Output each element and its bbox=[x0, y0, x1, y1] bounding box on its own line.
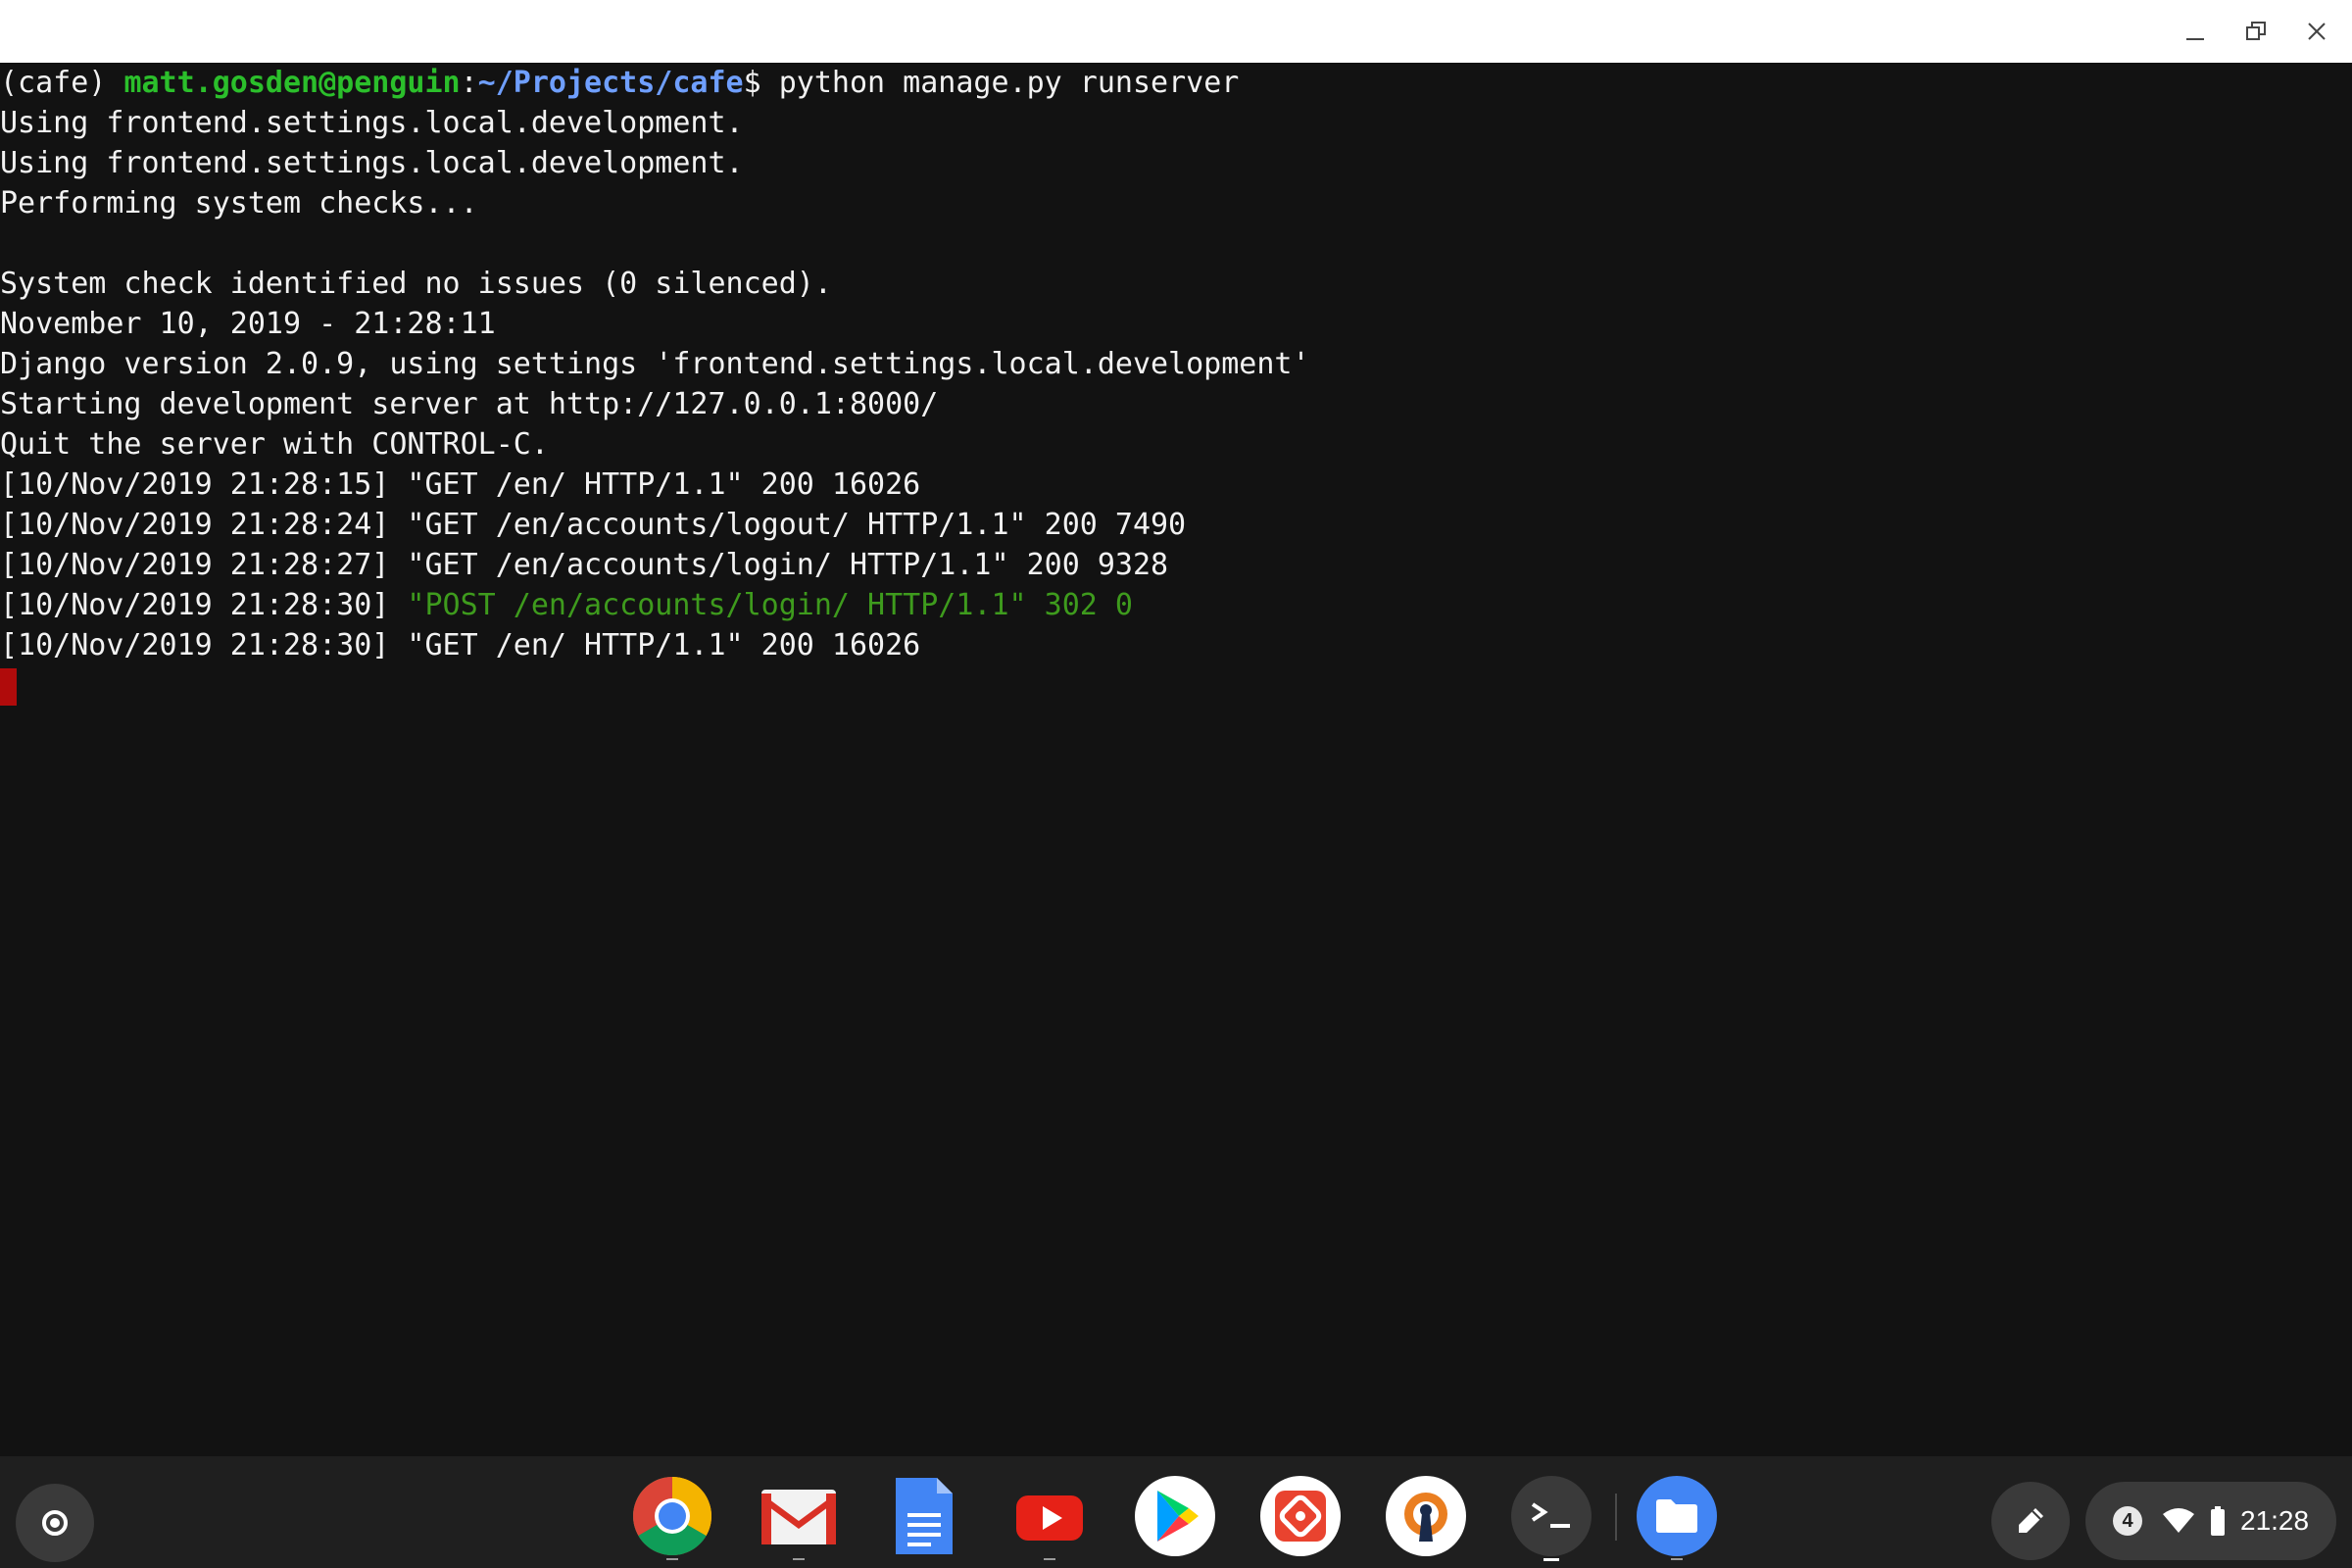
play-store-icon bbox=[1157, 1491, 1199, 1542]
close-icon bbox=[2308, 23, 2326, 40]
window-titlebar bbox=[0, 0, 2352, 63]
clock-time: 21:28 bbox=[2240, 1505, 2310, 1536]
notification-count-badge: 4 bbox=[2113, 1506, 2142, 1536]
output-line: Using frontend.settings.local.developmen… bbox=[0, 106, 744, 140]
output-line: Django version 2.0.9, using settings 'fr… bbox=[0, 347, 1310, 381]
files-app[interactable] bbox=[1637, 1476, 1717, 1556]
post-request-text: "POST /en/accounts/login/ HTTP/1.1" 302 … bbox=[407, 588, 1133, 622]
terminal-icon bbox=[1531, 1502, 1570, 1528]
terminal-active-indicator bbox=[1544, 1558, 1559, 1561]
log-line: [10/Nov/2019 21:28:24] "GET /en/accounts… bbox=[0, 508, 1187, 542]
youtube-running-indicator bbox=[1044, 1558, 1055, 1560]
minimize-icon bbox=[2186, 38, 2204, 40]
openvpn-icon bbox=[1404, 1493, 1447, 1542]
youtube-app[interactable] bbox=[1009, 1476, 1090, 1556]
wifi-icon bbox=[2163, 1508, 2194, 1533]
openvpn-app[interactable] bbox=[1386, 1476, 1466, 1556]
terminal-cursor bbox=[0, 667, 17, 706]
status-tray[interactable]: 4 21:28 bbox=[2085, 1482, 2336, 1560]
launcher-icon bbox=[42, 1510, 68, 1536]
output-line: System check identified no issues (0 sil… bbox=[0, 267, 832, 301]
log-line: [10/Nov/2019 21:28:27] "GET /en/accounts… bbox=[0, 548, 1169, 582]
log-line: [10/Nov/2019 21:28:15] "GET /en/ HTTP/1.… bbox=[0, 467, 921, 502]
launcher-button[interactable] bbox=[16, 1484, 94, 1562]
chrome-icon bbox=[633, 1477, 711, 1555]
docs-icon bbox=[896, 1478, 953, 1554]
terminal-window[interactable]: (cafe) matt.gosden@penguin:~/Projects/ca… bbox=[0, 63, 2352, 1456]
output-line: Using frontend.settings.local.developmen… bbox=[0, 146, 744, 180]
prompt-venv: (cafe) bbox=[0, 66, 124, 100]
youtube-icon bbox=[1016, 1495, 1083, 1541]
chrome-running-indicator bbox=[666, 1558, 678, 1560]
restore-button[interactable] bbox=[2227, 0, 2285, 63]
files-icon bbox=[1656, 1499, 1697, 1533]
gmail-app[interactable] bbox=[759, 1476, 839, 1556]
prompt-command: python manage.py runserver bbox=[760, 66, 1240, 100]
minimize-button[interactable] bbox=[2166, 0, 2225, 63]
prompt-symbol: $ bbox=[743, 66, 761, 100]
docs-app[interactable] bbox=[884, 1476, 964, 1556]
output-line: Starting development server at http://12… bbox=[0, 387, 939, 421]
files-running-indicator bbox=[1671, 1558, 1683, 1560]
gmail-running-indicator bbox=[793, 1558, 805, 1560]
output-line: November 10, 2019 - 21:28:11 bbox=[0, 307, 496, 341]
gmail-icon bbox=[761, 1490, 836, 1544]
shelf-divider bbox=[1615, 1494, 1617, 1541]
prompt-line: (cafe) matt.gosden@penguin:~/Projects/ca… bbox=[0, 63, 2352, 103]
play-store-app[interactable] bbox=[1135, 1476, 1215, 1556]
shelf: 4 21:28 bbox=[0, 1456, 2352, 1568]
close-button[interactable] bbox=[2287, 0, 2346, 63]
stylus-tools-button[interactable] bbox=[1991, 1482, 2070, 1560]
log-timestamp: [10/Nov/2019 21:28:30] bbox=[0, 588, 408, 622]
prompt-user-host: matt.gosden@penguin bbox=[123, 66, 461, 100]
terminal-app[interactable] bbox=[1511, 1476, 1592, 1556]
chrome-app[interactable] bbox=[632, 1476, 712, 1556]
prompt-colon: : bbox=[460, 66, 478, 100]
prompt-path: ~/Projects/cafe bbox=[477, 66, 744, 100]
output-line: Performing system checks... bbox=[0, 186, 478, 220]
output-line: Quit the server with CONTROL-C. bbox=[0, 427, 549, 462]
remote-desktop-app[interactable] bbox=[1260, 1476, 1341, 1556]
battery-icon bbox=[2211, 1506, 2225, 1536]
log-line: [10/Nov/2019 21:28:30] "GET /en/ HTTP/1.… bbox=[0, 628, 921, 662]
remote-desktop-icon bbox=[1275, 1491, 1326, 1542]
cursor-line bbox=[0, 665, 2352, 706]
log-line-post: [10/Nov/2019 21:28:30] "POST /en/account… bbox=[0, 585, 2352, 625]
restore-icon bbox=[2246, 22, 2266, 40]
stylus-icon bbox=[2019, 1508, 2043, 1533]
